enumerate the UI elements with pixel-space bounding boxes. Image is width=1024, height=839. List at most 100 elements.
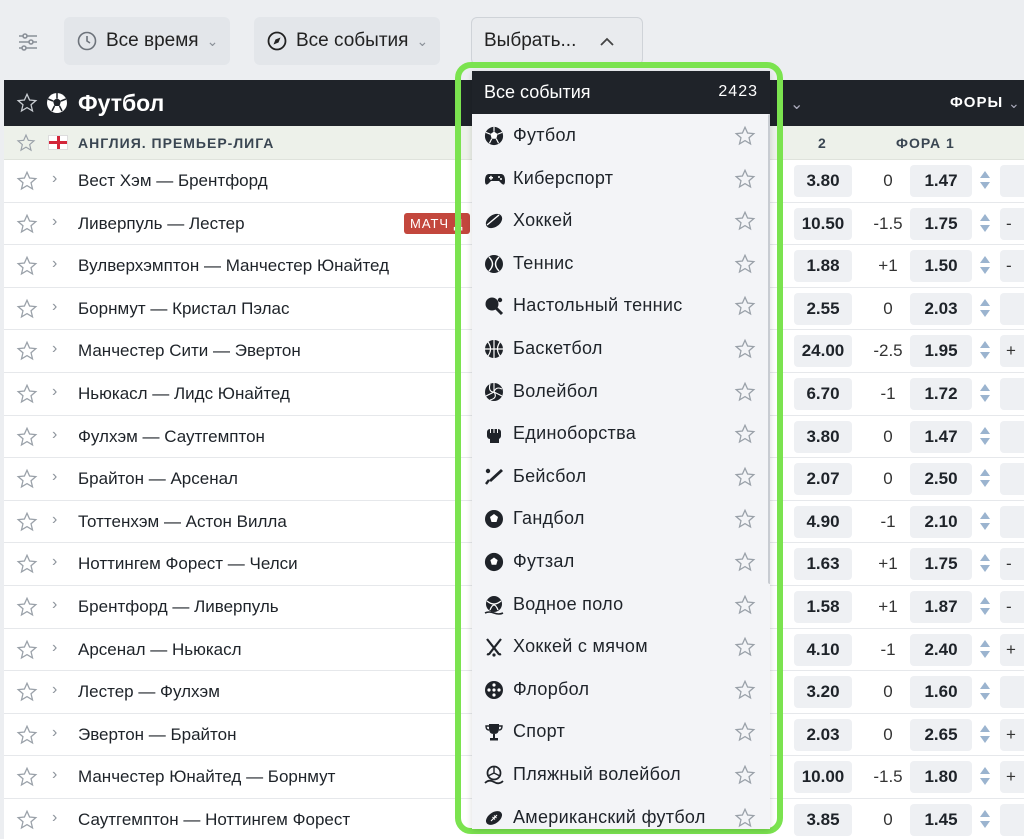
handicap-stepper-icon[interactable] — [980, 171, 990, 191]
handicap-stepper-icon[interactable] — [980, 639, 990, 660]
match-teams[interactable]: Тоттенхэм — Астон Вилла — [78, 512, 287, 532]
fory-column-selector[interactable]: ФОРЫ — [950, 94, 1003, 111]
odd-2-button[interactable]: 2.03 — [794, 718, 852, 751]
odd-2-button[interactable]: 3.80 — [794, 420, 852, 453]
filter-settings-icon[interactable] — [14, 28, 42, 56]
sport-list-item[interactable]: Единоборства — [472, 412, 770, 455]
match-teams[interactable]: Вест Хэм — Брентфорд — [78, 171, 268, 191]
star-icon[interactable] — [734, 168, 756, 195]
handicap-stepper-icon[interactable] — [980, 213, 990, 234]
sport-list-item[interactable]: Футбол — [472, 114, 770, 157]
odd-2-button[interactable]: 3.85 — [794, 803, 852, 836]
match-teams[interactable]: Вулверхэмптон — Манчестер Юнайтед — [78, 256, 389, 276]
star-icon[interactable] — [16, 298, 38, 325]
handicap-stepper-icon[interactable] — [980, 256, 990, 276]
chevron-right-icon[interactable]: › — [52, 340, 57, 358]
odd-2-button[interactable]: 3.80 — [794, 165, 852, 197]
star-icon[interactable] — [734, 295, 756, 322]
handicap-stepper-icon[interactable] — [980, 298, 990, 319]
star-icon[interactable] — [734, 466, 756, 493]
chevron-right-icon[interactable]: › — [52, 383, 57, 401]
match-teams[interactable]: Арсенал — Ньюкасл — [78, 640, 242, 660]
match-teams[interactable]: Ливерпуль — Лестер — [78, 214, 245, 234]
match-teams[interactable]: Ньюкасл — Лидс Юнайтед — [78, 384, 290, 404]
star-icon[interactable] — [734, 764, 756, 791]
chevron-right-icon[interactable]: › — [52, 213, 57, 231]
select-sport-button[interactable]: Выбрать... — [471, 17, 643, 65]
sport-list-item[interactable]: Американский футбол — [472, 796, 770, 830]
chevron-down-icon[interactable]: ⌄ — [1008, 95, 1020, 112]
chevron-right-icon[interactable]: › — [52, 298, 57, 316]
star-icon[interactable] — [734, 807, 756, 830]
handicap-stepper-icon[interactable] — [980, 426, 990, 447]
fora-1-button[interactable]: 1.45 — [910, 803, 972, 836]
odd-2-button[interactable]: 10.00 — [794, 761, 852, 794]
star-icon[interactable] — [734, 508, 756, 535]
match-teams[interactable]: Брайтон — Арсенал — [78, 469, 238, 489]
sport-list-item[interactable]: Гандбол — [472, 497, 770, 540]
fora-1-button[interactable]: 2.40 — [910, 633, 972, 666]
star-icon[interactable] — [734, 210, 756, 237]
odd-2-button[interactable]: 1.63 — [794, 548, 852, 581]
odd-2-button[interactable]: 24.00 — [794, 335, 852, 368]
next-odd-button[interactable]: + — [1000, 335, 1024, 368]
odd-2-button[interactable]: 10.50 — [794, 207, 852, 240]
next-odd-button[interactable]: - — [1000, 207, 1024, 240]
chevron-right-icon[interactable]: › — [52, 426, 57, 444]
fora-1-button[interactable]: 1.72 — [910, 377, 972, 410]
fora-1-button[interactable]: 2.10 — [910, 505, 972, 538]
match-teams[interactable]: Манчестер Юнайтед — Борнмут — [78, 767, 335, 787]
star-icon[interactable] — [16, 170, 38, 197]
next-odd-button[interactable]: - — [1000, 250, 1024, 283]
fora-1-button[interactable]: 1.75 — [910, 548, 972, 581]
odd-2-button[interactable]: 2.55 — [794, 292, 852, 325]
star-icon[interactable] — [16, 724, 38, 751]
star-icon[interactable] — [16, 596, 38, 623]
star-icon[interactable] — [734, 125, 756, 152]
star-icon[interactable] — [16, 809, 38, 836]
match-teams[interactable]: Ноттингем Форест — Челси — [78, 554, 298, 574]
next-odd-button[interactable] — [1000, 676, 1024, 709]
handicap-stepper-icon[interactable] — [980, 767, 990, 787]
next-odd-button[interactable]: - — [1000, 590, 1024, 623]
star-icon[interactable] — [16, 255, 38, 282]
odd-2-button[interactable]: 2.07 — [794, 463, 852, 496]
odd-2-button[interactable]: 4.10 — [794, 633, 852, 666]
match-teams[interactable]: Лестер — Фулхэм — [78, 682, 220, 702]
star-icon[interactable] — [16, 340, 38, 367]
chevron-right-icon[interactable]: › — [52, 511, 57, 529]
fora-1-button[interactable]: 2.03 — [910, 292, 972, 325]
star-icon[interactable] — [16, 766, 38, 793]
sport-list-item[interactable]: Водное поло — [472, 583, 770, 626]
star-icon[interactable] — [16, 92, 38, 119]
next-odd-button[interactable]: - — [1000, 548, 1024, 581]
handicap-stepper-icon[interactable] — [980, 682, 990, 702]
odd-2-button[interactable]: 1.58 — [794, 590, 852, 623]
dropdown-header-all-events[interactable]: Все события 2423 — [472, 71, 770, 114]
match-teams[interactable]: Саутгемптон — Ноттингем Форест — [78, 810, 350, 830]
star-icon[interactable] — [16, 468, 38, 495]
handicap-stepper-icon[interactable] — [980, 469, 990, 489]
chevron-right-icon[interactable]: › — [52, 809, 57, 827]
fora-1-button[interactable]: 1.95 — [910, 335, 972, 368]
fora-1-button[interactable]: 1.60 — [910, 676, 972, 709]
star-icon[interactable] — [16, 511, 38, 538]
sport-list-item[interactable]: Хоккей — [472, 199, 770, 242]
sport-list-item[interactable]: Настольный теннис — [472, 284, 770, 327]
chevron-right-icon[interactable]: › — [52, 639, 57, 657]
sport-list-item[interactable]: Футзал — [472, 540, 770, 583]
star-icon[interactable] — [734, 594, 756, 621]
next-odd-button[interactable] — [1000, 803, 1024, 836]
chevron-right-icon[interactable]: › — [52, 255, 57, 273]
next-odd-button[interactable] — [1000, 292, 1024, 325]
sport-list-item[interactable]: Спорт — [472, 710, 770, 753]
odd-2-button[interactable]: 3.20 — [794, 676, 852, 709]
sport-list-item[interactable]: Теннис — [472, 242, 770, 285]
match-teams[interactable]: Брентфорд — Ливерпуль — [78, 597, 279, 617]
match-teams[interactable]: Манчестер Сити — Эвертон — [78, 341, 301, 361]
chevron-right-icon[interactable]: › — [52, 724, 57, 742]
fora-1-button[interactable]: 1.80 — [910, 761, 972, 794]
fora-1-button[interactable]: 1.50 — [910, 250, 972, 283]
star-icon[interactable] — [734, 381, 756, 408]
events-filter-button[interactable]: Все события ⌄ — [254, 17, 441, 65]
